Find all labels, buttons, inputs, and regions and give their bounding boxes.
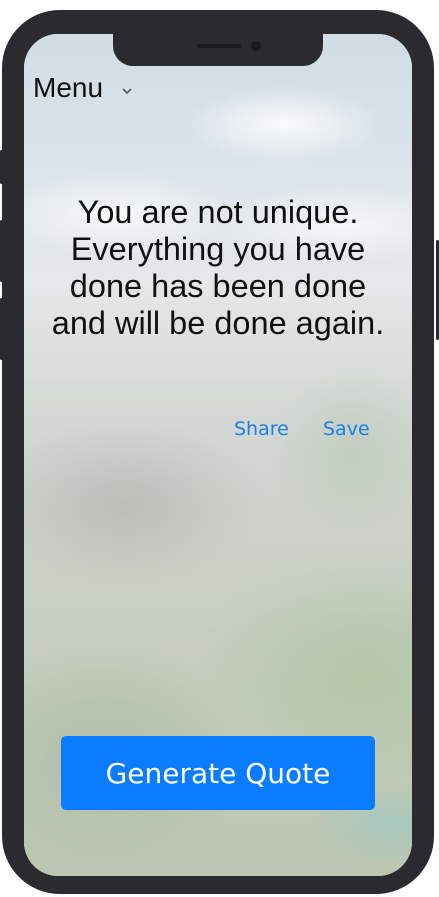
volume-down-button [0, 298, 3, 360]
mute-switch [0, 150, 3, 184]
generate-quote-button[interactable]: Generate Quote [61, 736, 375, 810]
front-camera [251, 41, 261, 51]
menu-label: Menu [33, 72, 104, 103]
quote-text: You are not unique. Everything you have … [51, 194, 385, 341]
share-link[interactable]: Share [234, 418, 289, 440]
notch [113, 34, 323, 66]
chevron-down-icon [121, 84, 133, 96]
menu-dropdown[interactable]: Menu [33, 72, 133, 104]
volume-up-button [0, 220, 3, 282]
speaker [197, 44, 241, 48]
phone-screen: Menu You are not unique. Everything you … [24, 34, 412, 876]
save-link[interactable]: Save [323, 418, 370, 440]
